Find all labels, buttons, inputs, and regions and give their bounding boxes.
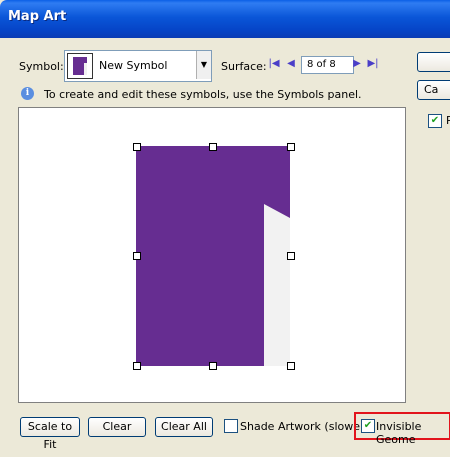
dropdown-arrow-icon[interactable]: ▼	[196, 51, 211, 79]
previous-surface-icon[interactable]: ◀	[285, 58, 297, 70]
cancel-button[interactable]: Ca	[417, 80, 450, 100]
scale-to-fit-button[interactable]: Scale to Fit	[20, 417, 80, 451]
invisible-geometry-checkbox[interactable]: ✔	[361, 419, 375, 433]
handle-top-left[interactable]	[133, 143, 141, 151]
surface-label: Surface:	[221, 60, 267, 73]
info-text: To create and edit these symbols, use th…	[44, 88, 362, 101]
preview-checkbox-label: P	[446, 114, 450, 127]
invisible-geometry-label: Invisible Geome	[376, 420, 422, 446]
dialog-title: Map Art	[8, 9, 67, 24]
handle-bottom-right[interactable]	[287, 362, 295, 370]
symbol-selected-value: New Symbol	[99, 59, 168, 72]
shade-artwork-checkbox[interactable]	[224, 419, 238, 433]
next-surface-icon[interactable]: ▶	[351, 58, 363, 70]
first-surface-icon[interactable]: |◀	[268, 58, 280, 70]
title-bar[interactable]: Map Art	[0, 0, 450, 38]
handle-middle-right[interactable]	[287, 252, 295, 260]
handle-top-right[interactable]	[287, 143, 295, 151]
handle-bottom-left[interactable]	[133, 362, 141, 370]
ok-button[interactable]	[417, 52, 450, 72]
symbol-dropdown[interactable]: New Symbol ▼	[64, 50, 212, 82]
handle-middle-left[interactable]	[133, 252, 141, 260]
preview-checkbox[interactable]: ✔	[428, 114, 442, 128]
last-surface-icon[interactable]: ▶|	[367, 58, 379, 70]
shade-artwork-label: Shade Artwork (slower)	[240, 420, 369, 433]
map-art-dialog: Map Art Symbol: New Symbol ▼ Surface: |◀…	[0, 0, 450, 457]
handle-bottom-center[interactable]	[209, 362, 217, 370]
clear-all-button[interactable]: Clear All	[155, 417, 213, 437]
handle-top-center[interactable]	[209, 143, 217, 151]
artwork-cutout	[264, 204, 290, 366]
mapped-artwork[interactable]	[136, 146, 290, 366]
symbol-label: Symbol:	[19, 60, 64, 73]
clear-button[interactable]: Clear	[88, 417, 146, 437]
symbol-preview-fill	[73, 57, 87, 75]
info-icon: i	[21, 87, 34, 100]
artwork-cutout-wedge	[264, 204, 290, 218]
symbol-preview-swatch	[67, 53, 93, 79]
surface-field[interactable]: 8 of 8	[301, 56, 354, 74]
